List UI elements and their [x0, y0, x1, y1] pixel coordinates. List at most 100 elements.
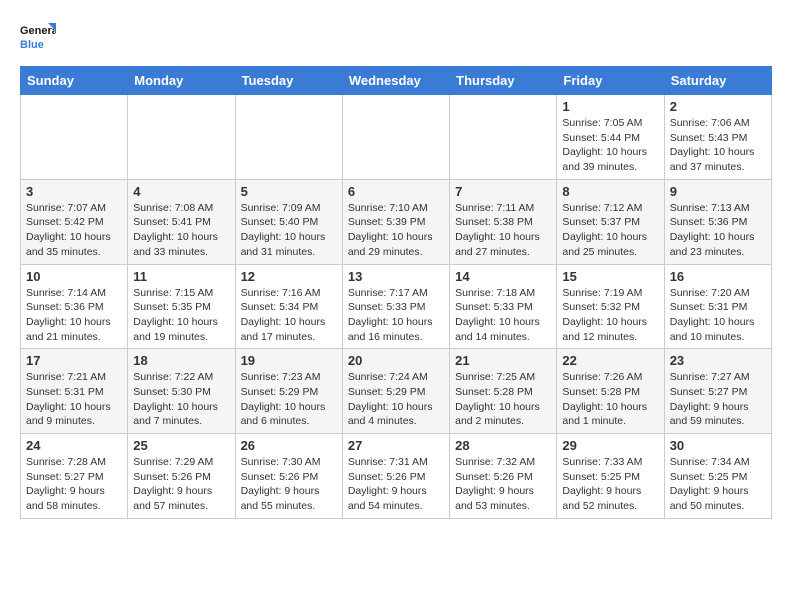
- day-info: Sunrise: 7:17 AM Sunset: 5:33 PM Dayligh…: [348, 286, 444, 345]
- day-number: 5: [241, 184, 337, 199]
- day-number: 26: [241, 438, 337, 453]
- day-number: 14: [455, 269, 551, 284]
- calendar-cell: 24 Sunrise: 7:28 AM Sunset: 5:27 PM Dayli…: [21, 434, 128, 519]
- day-number: 3: [26, 184, 122, 199]
- day-info: Sunrise: 7:29 AM Sunset: 5:26 PM Dayligh…: [133, 455, 229, 514]
- day-info: Sunrise: 7:24 AM Sunset: 5:29 PM Dayligh…: [348, 370, 444, 429]
- day-info: Sunrise: 7:28 AM Sunset: 5:27 PM Dayligh…: [26, 455, 122, 514]
- calendar-cell: [235, 95, 342, 180]
- day-info: Sunrise: 7:33 AM Sunset: 5:25 PM Dayligh…: [562, 455, 658, 514]
- calendar-cell: 15 Sunrise: 7:19 AM Sunset: 5:32 PM Dayli…: [557, 264, 664, 349]
- calendar-cell: 9 Sunrise: 7:13 AM Sunset: 5:36 PM Daylig…: [664, 179, 771, 264]
- page-container: General Blue SundayMondayTuesdayWednesda…: [0, 0, 792, 529]
- calendar-cell: 16Sunrise: 7:20 AM Sunset: 5:31 PM Dayli…: [664, 264, 771, 349]
- day-info: Sunrise: 7:05 AM Sunset: 5:44 PM Dayligh…: [562, 116, 658, 175]
- calendar-cell: 5 Sunrise: 7:09 AM Sunset: 5:40 PM Daylig…: [235, 179, 342, 264]
- calendar-week-2: 3Sunrise: 7:07 AM Sunset: 5:42 PM Daylig…: [21, 179, 772, 264]
- day-info: Sunrise: 7:25 AM Sunset: 5:28 PM Dayligh…: [455, 370, 551, 429]
- day-info: Sunrise: 7:30 AM Sunset: 5:26 PM Dayligh…: [241, 455, 337, 514]
- calendar-cell: 19 Sunrise: 7:23 AM Sunset: 5:29 PM Dayli…: [235, 349, 342, 434]
- calendar-cell: 4 Sunrise: 7:08 AM Sunset: 5:41 PM Daylig…: [128, 179, 235, 264]
- day-number: 7: [455, 184, 551, 199]
- calendar-cell: 10 Sunrise: 7:14 AM Sunset: 5:36 PM Dayli…: [21, 264, 128, 349]
- day-info: Sunrise: 7:23 AM Sunset: 5:29 PM Dayligh…: [241, 370, 337, 429]
- day-info: Sunrise: 7:08 AM Sunset: 5:41 PM Dayligh…: [133, 201, 229, 260]
- header-saturday: Saturday: [664, 67, 771, 95]
- day-number: 15: [562, 269, 658, 284]
- calendar-cell: 1Sunrise: 7:05 AM Sunset: 5:44 PM Daylig…: [557, 95, 664, 180]
- calendar-cell: 14 Sunrise: 7:18 AM Sunset: 5:33 PM Dayli…: [450, 264, 557, 349]
- calendar-cell: 23Sunrise: 7:27 AM Sunset: 5:27 PM Dayli…: [664, 349, 771, 434]
- day-number: 10: [26, 269, 122, 284]
- day-number: 13: [348, 269, 444, 284]
- day-info: Sunrise: 7:21 AM Sunset: 5:31 PM Dayligh…: [26, 370, 122, 429]
- day-info: Sunrise: 7:32 AM Sunset: 5:26 PM Dayligh…: [455, 455, 551, 514]
- day-number: 24: [26, 438, 122, 453]
- header-wednesday: Wednesday: [342, 67, 449, 95]
- day-info: Sunrise: 7:16 AM Sunset: 5:34 PM Dayligh…: [241, 286, 337, 345]
- calendar-cell: 17 Sunrise: 7:21 AM Sunset: 5:31 PM Dayli…: [21, 349, 128, 434]
- calendar-cell: 28 Sunrise: 7:32 AM Sunset: 5:26 PM Dayli…: [450, 434, 557, 519]
- header-thursday: Thursday: [450, 67, 557, 95]
- calendar-header-row: SundayMondayTuesdayWednesdayThursdayFrid…: [21, 67, 772, 95]
- calendar-cell: 25 Sunrise: 7:29 AM Sunset: 5:26 PM Dayli…: [128, 434, 235, 519]
- calendar-cell: [21, 95, 128, 180]
- day-info: Sunrise: 7:13 AM Sunset: 5:36 PM Dayligh…: [670, 201, 766, 260]
- day-number: 6: [348, 184, 444, 199]
- calendar-cell: 13 Sunrise: 7:17 AM Sunset: 5:33 PM Dayli…: [342, 264, 449, 349]
- calendar-cell: 3Sunrise: 7:07 AM Sunset: 5:42 PM Daylig…: [21, 179, 128, 264]
- day-number: 30: [670, 438, 766, 453]
- calendar-cell: [450, 95, 557, 180]
- day-number: 9: [670, 184, 766, 199]
- calendar-cell: 6 Sunrise: 7:10 AM Sunset: 5:39 PM Daylig…: [342, 179, 449, 264]
- day-number: 28: [455, 438, 551, 453]
- day-info: Sunrise: 7:20 AM Sunset: 5:31 PM Dayligh…: [670, 286, 766, 345]
- day-number: 21: [455, 353, 551, 368]
- calendar-cell: 11 Sunrise: 7:15 AM Sunset: 5:35 PM Dayli…: [128, 264, 235, 349]
- day-info: Sunrise: 7:14 AM Sunset: 5:36 PM Dayligh…: [26, 286, 122, 345]
- day-number: 23: [670, 353, 766, 368]
- day-number: 29: [562, 438, 658, 453]
- day-info: Sunrise: 7:10 AM Sunset: 5:39 PM Dayligh…: [348, 201, 444, 260]
- day-number: 25: [133, 438, 229, 453]
- calendar-week-3: 10 Sunrise: 7:14 AM Sunset: 5:36 PM Dayli…: [21, 264, 772, 349]
- svg-text:General: General: [20, 25, 56, 37]
- day-info: Sunrise: 7:26 AM Sunset: 5:28 PM Dayligh…: [562, 370, 658, 429]
- day-info: Sunrise: 7:12 AM Sunset: 5:37 PM Dayligh…: [562, 201, 658, 260]
- calendar-cell: 8Sunrise: 7:12 AM Sunset: 5:37 PM Daylig…: [557, 179, 664, 264]
- day-number: 11: [133, 269, 229, 284]
- day-number: 22: [562, 353, 658, 368]
- calendar-cell: 27Sunrise: 7:31 AM Sunset: 5:26 PM Dayli…: [342, 434, 449, 519]
- calendar-cell: 26 Sunrise: 7:30 AM Sunset: 5:26 PM Dayli…: [235, 434, 342, 519]
- calendar-week-1: 1Sunrise: 7:05 AM Sunset: 5:44 PM Daylig…: [21, 95, 772, 180]
- day-info: Sunrise: 7:09 AM Sunset: 5:40 PM Dayligh…: [241, 201, 337, 260]
- calendar-cell: 2 Sunrise: 7:06 AM Sunset: 5:43 PM Daylig…: [664, 95, 771, 180]
- day-info: Sunrise: 7:06 AM Sunset: 5:43 PM Dayligh…: [670, 116, 766, 175]
- svg-text:Blue: Blue: [20, 39, 44, 51]
- day-info: Sunrise: 7:19 AM Sunset: 5:32 PM Dayligh…: [562, 286, 658, 345]
- header-friday: Friday: [557, 67, 664, 95]
- calendar-cell: 18Sunrise: 7:22 AM Sunset: 5:30 PM Dayli…: [128, 349, 235, 434]
- day-info: Sunrise: 7:22 AM Sunset: 5:30 PM Dayligh…: [133, 370, 229, 429]
- logo: General Blue: [20, 20, 56, 56]
- logo-svg: General Blue: [20, 20, 56, 56]
- calendar-cell: 7 Sunrise: 7:11 AM Sunset: 5:38 PM Daylig…: [450, 179, 557, 264]
- header-sunday: Sunday: [21, 67, 128, 95]
- header: General Blue: [20, 20, 772, 56]
- header-monday: Monday: [128, 67, 235, 95]
- calendar-table: SundayMondayTuesdayWednesdayThursdayFrid…: [20, 66, 772, 519]
- calendar-cell: 30 Sunrise: 7:34 AM Sunset: 5:25 PM Dayli…: [664, 434, 771, 519]
- day-info: Sunrise: 7:18 AM Sunset: 5:33 PM Dayligh…: [455, 286, 551, 345]
- day-number: 17: [26, 353, 122, 368]
- calendar-week-5: 24 Sunrise: 7:28 AM Sunset: 5:27 PM Dayli…: [21, 434, 772, 519]
- day-info: Sunrise: 7:11 AM Sunset: 5:38 PM Dayligh…: [455, 201, 551, 260]
- header-tuesday: Tuesday: [235, 67, 342, 95]
- day-info: Sunrise: 7:34 AM Sunset: 5:25 PM Dayligh…: [670, 455, 766, 514]
- day-number: 19: [241, 353, 337, 368]
- day-number: 4: [133, 184, 229, 199]
- day-info: Sunrise: 7:15 AM Sunset: 5:35 PM Dayligh…: [133, 286, 229, 345]
- day-number: 2: [670, 99, 766, 114]
- calendar-cell: 29 Sunrise: 7:33 AM Sunset: 5:25 PM Dayli…: [557, 434, 664, 519]
- calendar-cell: [128, 95, 235, 180]
- day-number: 12: [241, 269, 337, 284]
